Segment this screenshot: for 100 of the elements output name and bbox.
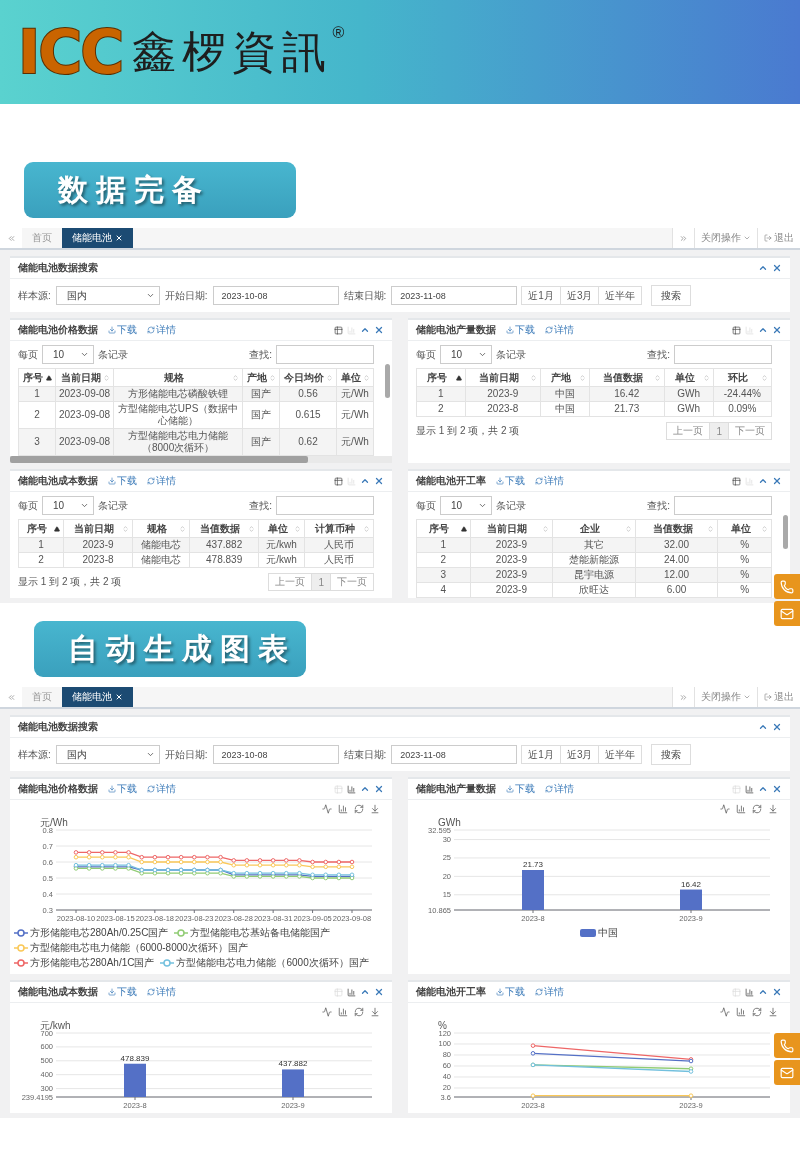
refresh-icon[interactable] xyxy=(354,1007,364,1017)
scrollbar[interactable] xyxy=(385,364,390,398)
scrollbar[interactable] xyxy=(783,515,788,549)
close-icon[interactable] xyxy=(374,325,384,335)
page-button[interactable]: 上一页 xyxy=(666,422,711,440)
date-field[interactable]: 2023-10-08 xyxy=(212,286,339,305)
range-button[interactable]: 近半年 xyxy=(598,745,643,764)
bar-chart-icon[interactable] xyxy=(736,1007,746,1017)
page-button[interactable]: 下一页 xyxy=(728,422,772,440)
column-header[interactable]: 当值数据 xyxy=(635,519,718,538)
range-button[interactable]: 近1月 xyxy=(521,745,561,764)
search-field[interactable] xyxy=(276,496,374,515)
column-header[interactable]: 规格 xyxy=(113,368,243,387)
column-header[interactable]: 当值数据 xyxy=(189,519,259,538)
chart-view-icon[interactable] xyxy=(347,784,356,794)
column-header[interactable]: 单位 xyxy=(717,519,772,538)
panel-link[interactable]: 下载 xyxy=(108,782,137,796)
refresh-icon[interactable] xyxy=(354,804,364,814)
line-chart-icon[interactable] xyxy=(720,804,730,814)
download-icon[interactable] xyxy=(370,804,380,814)
close-menu-button[interactable]: 关闭操作 xyxy=(694,687,757,707)
date-field[interactable]: 2023-11-08 xyxy=(391,286,518,305)
logout-button[interactable]: 退出 xyxy=(757,228,800,248)
table-view-icon[interactable] xyxy=(732,325,741,335)
column-header[interactable]: 单位 xyxy=(258,519,305,538)
date-field[interactable]: 2023-10-08 xyxy=(212,745,339,764)
scrollbar[interactable] xyxy=(10,456,392,463)
search-field[interactable] xyxy=(276,345,374,364)
close-icon[interactable] xyxy=(772,263,782,273)
panel-link[interactable]: 详情 xyxy=(147,782,176,796)
column-header[interactable]: 当值数据 xyxy=(589,368,665,387)
legend-item[interactable]: 方型储能电芯电力储能（6000-8000次循环）国产 xyxy=(14,941,248,955)
legend-item[interactable]: 方型储能电芯基站备电储能国产 xyxy=(174,926,331,940)
column-header[interactable]: 产地 xyxy=(540,368,590,387)
line-chart-icon[interactable] xyxy=(322,1007,332,1017)
chart-view-icon[interactable] xyxy=(745,987,754,997)
mail-button[interactable] xyxy=(774,601,800,626)
download-icon[interactable] xyxy=(768,804,778,814)
download-icon[interactable] xyxy=(370,1007,380,1017)
column-header[interactable]: 当前日期 xyxy=(470,519,553,538)
close-icon[interactable] xyxy=(374,476,384,486)
download-icon[interactable] xyxy=(768,1007,778,1017)
phone-button[interactable] xyxy=(774,1033,800,1058)
bar-chart-icon[interactable] xyxy=(338,1007,348,1017)
column-header[interactable]: 序号 xyxy=(18,519,64,538)
refresh-icon[interactable] xyxy=(752,1007,762,1017)
column-header[interactable]: 序号 xyxy=(18,368,56,387)
tab[interactable]: 储能电池 xyxy=(62,228,133,248)
bar-chart-icon[interactable] xyxy=(736,804,746,814)
close-icon[interactable] xyxy=(772,784,782,794)
refresh-icon[interactable] xyxy=(752,804,762,814)
column-header[interactable]: 单位 xyxy=(336,368,374,387)
panel-link[interactable]: 下载 xyxy=(108,985,137,999)
column-header[interactable]: 当前日期 xyxy=(465,368,541,387)
line-chart-icon[interactable] xyxy=(720,1007,730,1017)
close-icon[interactable] xyxy=(374,987,384,997)
table-view-icon[interactable] xyxy=(732,476,741,486)
collapse-icon[interactable] xyxy=(360,784,370,794)
chart-view-icon[interactable] xyxy=(745,784,754,794)
column-header[interactable]: 当前日期 xyxy=(55,368,114,387)
close-icon[interactable] xyxy=(772,325,782,335)
bar-chart-icon[interactable] xyxy=(338,804,348,814)
page-size-select[interactable]: 10 xyxy=(42,345,94,364)
page-size-select[interactable]: 10 xyxy=(440,496,492,515)
collapse-icon[interactable] xyxy=(758,784,768,794)
legend-item[interactable]: 方形储能电芯280Ah/1C国产 xyxy=(14,956,155,970)
collapse-icon[interactable] xyxy=(758,325,768,335)
panel-link[interactable]: 下载 xyxy=(496,985,525,999)
close-icon[interactable] xyxy=(772,722,782,732)
column-header[interactable]: 今日均价 xyxy=(279,368,337,387)
search-button[interactable]: 搜索 xyxy=(651,744,692,765)
table-view-icon[interactable] xyxy=(334,325,343,335)
column-header[interactable]: 单位 xyxy=(664,368,714,387)
panel-link[interactable]: 详情 xyxy=(147,474,176,488)
search-field[interactable] xyxy=(674,496,772,515)
panel-link[interactable]: 详情 xyxy=(535,985,564,999)
panel-link[interactable]: 下载 xyxy=(496,474,525,488)
range-button[interactable]: 近3月 xyxy=(559,286,600,305)
column-header[interactable]: 序号 xyxy=(416,368,466,387)
column-header[interactable]: 序号 xyxy=(416,519,471,538)
panel-link[interactable]: 详情 xyxy=(545,782,574,796)
collapse-icon[interactable] xyxy=(758,987,768,997)
table-view-icon[interactable] xyxy=(334,476,343,486)
phone-button[interactable] xyxy=(774,574,800,599)
date-field[interactable]: 2023-11-08 xyxy=(391,745,518,764)
mail-button[interactable] xyxy=(774,1060,800,1085)
page-size-select[interactable]: 10 xyxy=(42,496,94,515)
page-button[interactable]: 下一页 xyxy=(330,573,374,591)
page-button[interactable]: 上一页 xyxy=(268,573,313,591)
search-button[interactable]: 搜索 xyxy=(651,285,692,306)
search-field[interactable] xyxy=(674,345,772,364)
collapse-icon[interactable] xyxy=(758,722,768,732)
range-button[interactable]: 近半年 xyxy=(598,286,643,305)
column-header[interactable]: 产地 xyxy=(242,368,280,387)
chart-view-icon[interactable] xyxy=(347,987,356,997)
collapse-icon[interactable] xyxy=(758,476,768,486)
collapse-icon[interactable] xyxy=(360,476,370,486)
close-menu-button[interactable]: 关闭操作 xyxy=(694,228,757,248)
collapse-icon[interactable] xyxy=(360,325,370,335)
panel-link[interactable]: 下载 xyxy=(108,474,137,488)
